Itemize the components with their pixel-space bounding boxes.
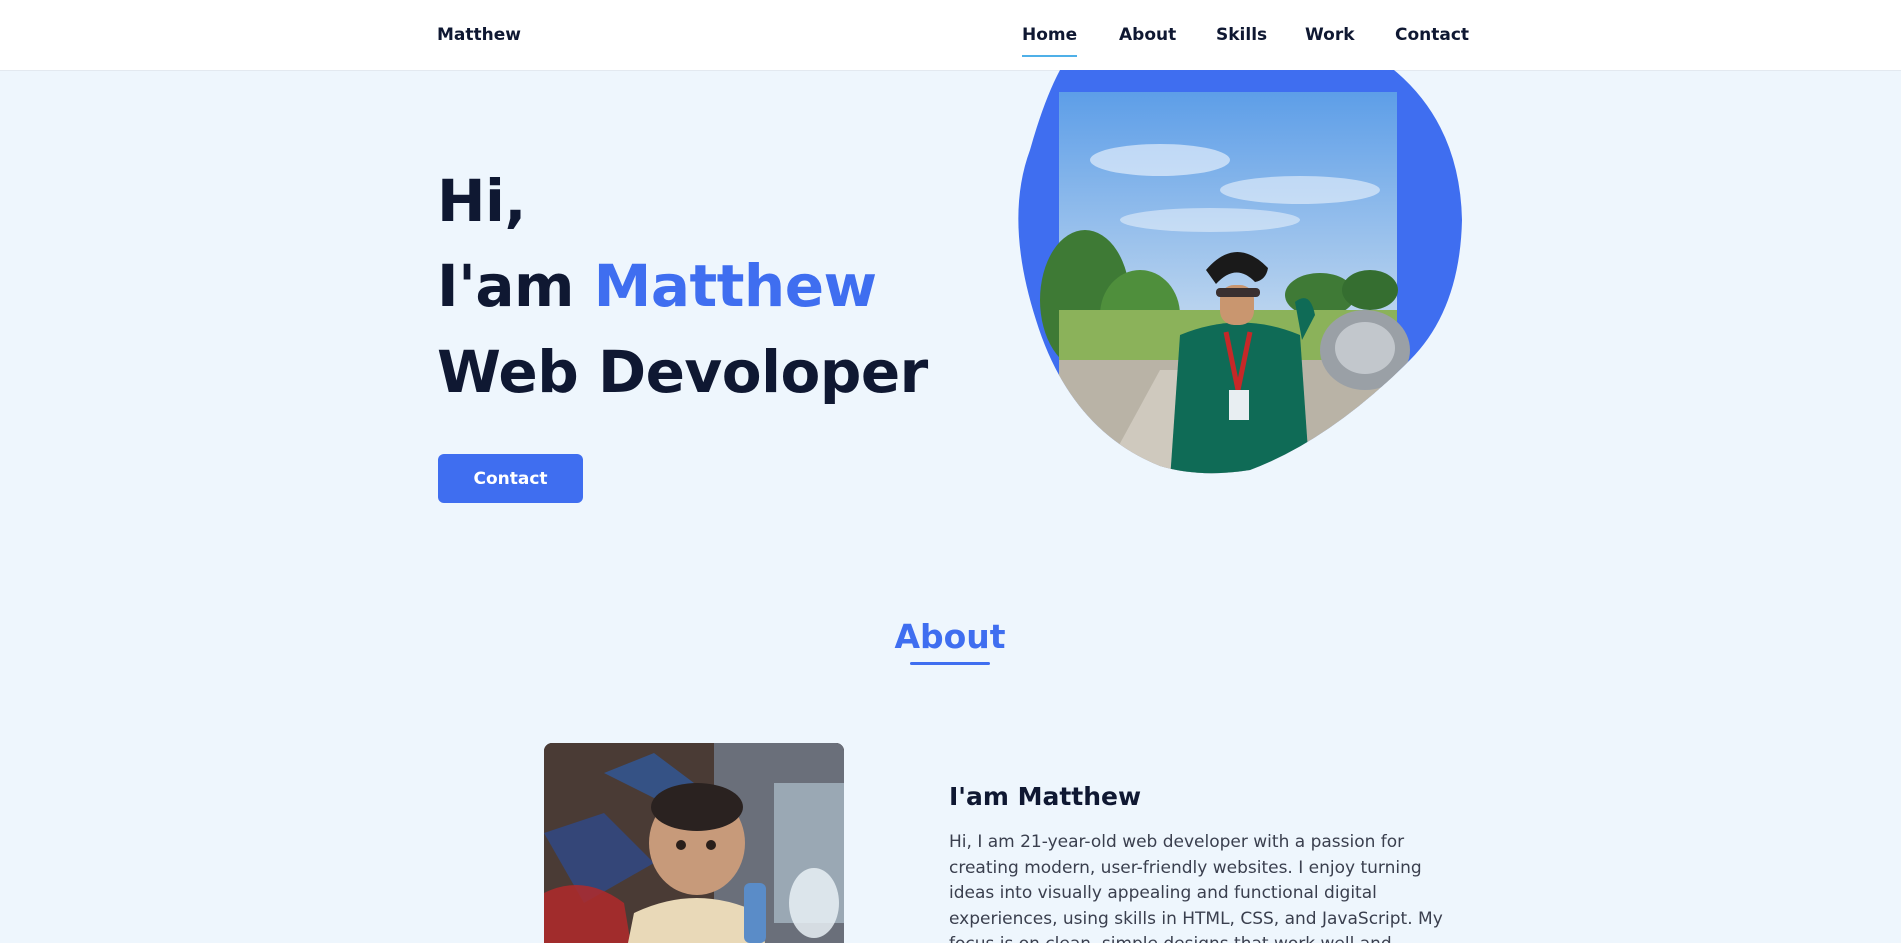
nav-skills-link[interactable]: Skills [1216, 25, 1267, 45]
portrait-photo-icon [1018, 70, 1463, 474]
hero-photo-blob [1010, 70, 1464, 476]
nav-contact-link[interactable]: Contact [1395, 25, 1469, 45]
hero-intro: I'am Matthew [437, 251, 877, 321]
nav-home-link[interactable]: Home [1022, 25, 1078, 57]
childhood-photo-icon [544, 743, 844, 943]
nav-menu: Home About Skills Work Contact [0, 25, 1901, 57]
about-title-underline [910, 662, 990, 665]
about-heading: I'am Matthew [949, 782, 1142, 811]
nav-about-link[interactable]: About [1119, 25, 1176, 45]
hero-role: Web Devoloper [437, 338, 928, 406]
hero-intro-prefix: I'am [437, 252, 594, 320]
navbar: Matthew Home About Skills Work Contact [0, 0, 1901, 71]
hero-greeting: Hi, [437, 167, 526, 235]
about-photo [544, 743, 844, 943]
about-paragraph: Hi, I am 21-year-old web developer with … [949, 832, 1443, 943]
hero-name: Matthew [593, 252, 878, 320]
contact-button[interactable]: Contact [438, 454, 583, 503]
nav-work-link[interactable]: Work [1305, 25, 1355, 45]
about-section-title: About [894, 617, 1006, 656]
